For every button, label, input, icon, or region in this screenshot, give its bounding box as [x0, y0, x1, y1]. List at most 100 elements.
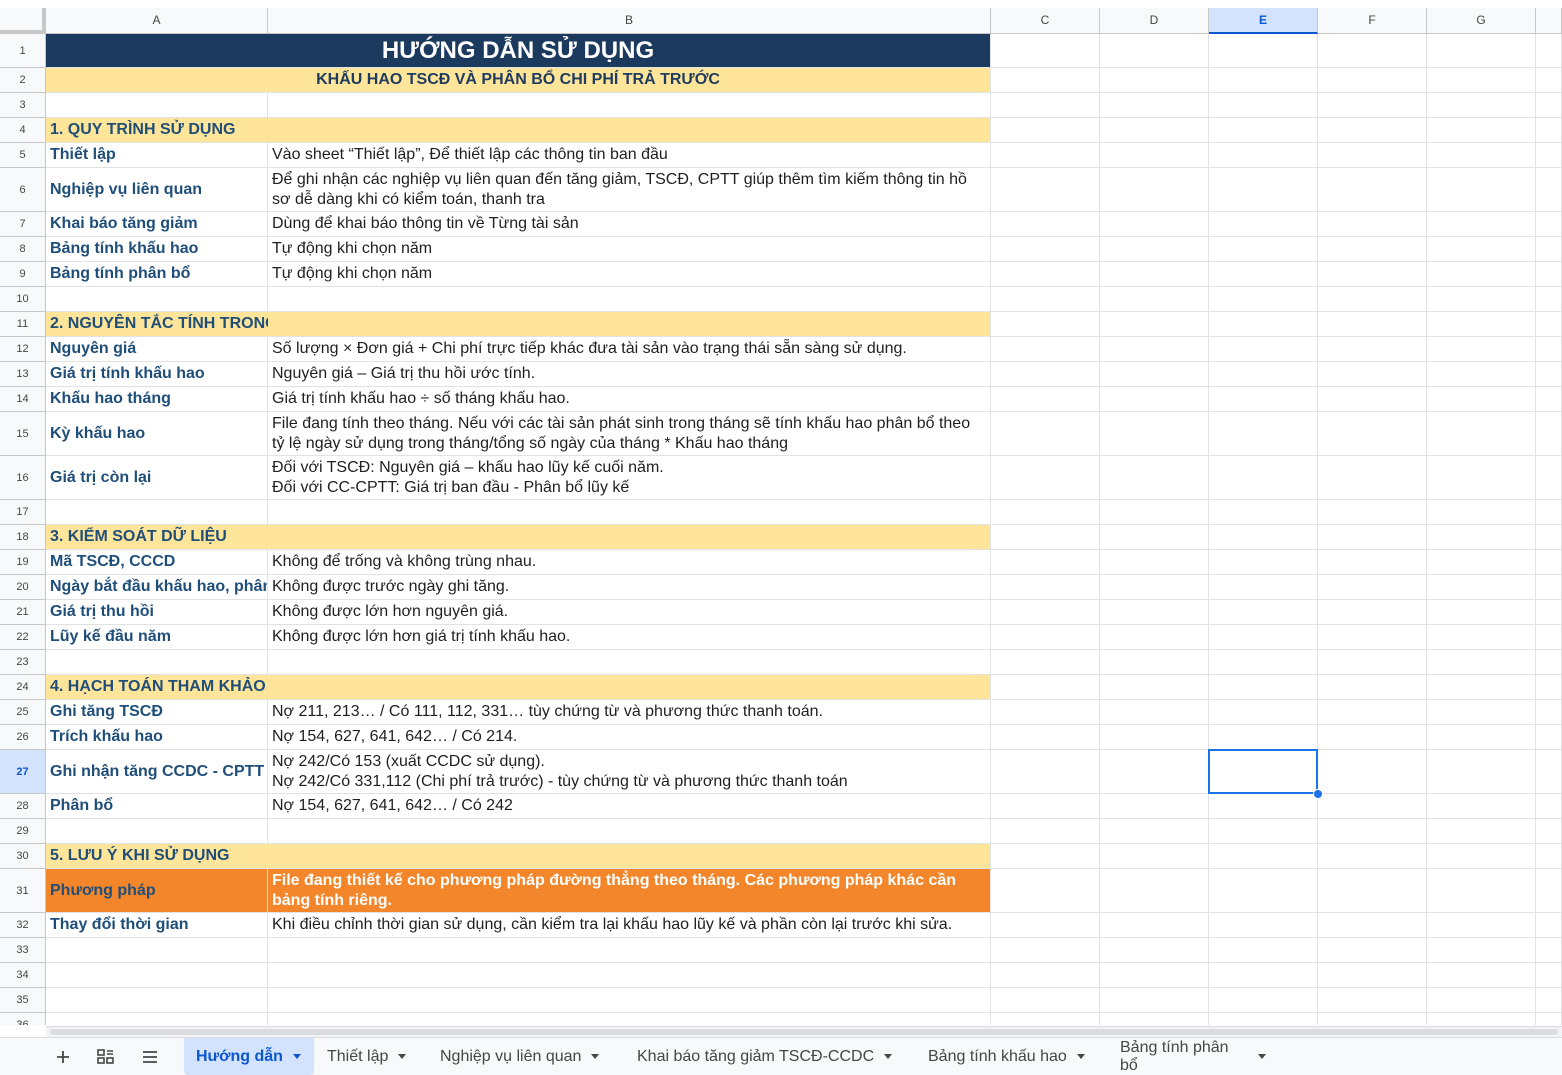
empty-cell[interactable] [1318, 794, 1427, 819]
empty-cell[interactable] [268, 650, 991, 675]
empty-cell[interactable] [1318, 93, 1427, 118]
empty-cell[interactable] [1318, 869, 1427, 913]
row-header-31[interactable]: 31 [0, 869, 46, 913]
empty-cell[interactable] [46, 1013, 268, 1025]
empty-cell[interactable] [1318, 1013, 1427, 1025]
empty-cell[interactable] [1100, 550, 1209, 575]
empty-cell[interactable] [1427, 725, 1536, 750]
value-cell[interactable]: Không được trước ngày ghi tăng. [268, 575, 991, 600]
label-cell[interactable]: Kỳ khấu hao [46, 412, 268, 456]
empty-cell[interactable] [1100, 68, 1209, 93]
empty-cell[interactable] [1209, 212, 1318, 237]
empty-cell[interactable] [268, 1013, 991, 1025]
empty-cell[interactable] [1318, 237, 1427, 262]
row-header-1[interactable]: 1 [0, 34, 46, 68]
empty-cell[interactable] [1318, 938, 1427, 963]
label-cell[interactable]: Nguyên giá [46, 337, 268, 362]
cell-b[interactable] [268, 675, 991, 700]
empty-cell[interactable] [1100, 725, 1209, 750]
spreadsheet-grid[interactable]: A B C D E F G 1 HƯỚNG DẪN SỬ DỤNG 2 KHẤU HAO TSCĐ … [0, 8, 1562, 1025]
column-header-b[interactable]: B [268, 8, 991, 34]
empty-cell[interactable] [1318, 287, 1427, 312]
empty-cell[interactable] [1318, 844, 1427, 869]
section-heading[interactable]: 2. NGUYÊN TẮC TÍNH TRONG FILE [46, 312, 317, 337]
label-cell[interactable]: Giá trị thu hồi [46, 600, 268, 625]
label-cell[interactable]: Mã TSCĐ, CCCD [46, 550, 268, 575]
empty-cell[interactable] [46, 963, 268, 988]
column-header-g[interactable]: G [1427, 8, 1536, 34]
empty-cell[interactable] [1318, 312, 1427, 337]
label-cell[interactable]: Lũy kế đầu năm [46, 625, 268, 650]
empty-cell[interactable] [1427, 675, 1536, 700]
sheet-title[interactable]: HƯỚNG DẪN SỬ DỤNG [46, 34, 991, 68]
row-header-24[interactable]: 24 [0, 675, 46, 700]
chevron-down-icon[interactable] [292, 1054, 301, 1059]
empty-cell[interactable] [1318, 337, 1427, 362]
sheet-tab[interactable]: Bảng tính phân bổ [1108, 1038, 1278, 1075]
empty-cell[interactable] [1318, 988, 1427, 1013]
empty-cell[interactable] [1427, 988, 1536, 1013]
row-header-11[interactable]: 11 [0, 312, 46, 337]
empty-cell[interactable] [1209, 575, 1318, 600]
label-cell[interactable]: Phương pháp [46, 869, 268, 913]
empty-cell[interactable] [991, 143, 1100, 168]
empty-cell[interactable] [1100, 143, 1209, 168]
row-header-7[interactable]: 7 [0, 212, 46, 237]
empty-cell[interactable] [1100, 456, 1209, 500]
row-header-35[interactable]: 35 [0, 988, 46, 1013]
empty-cell[interactable] [1100, 869, 1209, 913]
label-cell[interactable]: Ghi nhận tăng CCDC - CPTT [46, 750, 268, 794]
empty-cell[interactable] [1209, 337, 1318, 362]
empty-cell[interactable] [1209, 287, 1318, 312]
empty-cell[interactable] [1209, 844, 1318, 869]
empty-cell[interactable] [991, 750, 1100, 794]
label-cell[interactable]: Ghi tăng TSCĐ [46, 700, 268, 725]
empty-cell[interactable] [1100, 700, 1209, 725]
empty-cell[interactable] [1100, 750, 1209, 794]
empty-cell[interactable] [1318, 650, 1427, 675]
row-header-4[interactable]: 4 [0, 118, 46, 143]
empty-cell[interactable] [991, 819, 1100, 844]
empty-cell[interactable] [991, 34, 1100, 68]
empty-cell[interactable] [1427, 337, 1536, 362]
empty-cell[interactable] [1209, 675, 1318, 700]
label-cell[interactable]: Trích khấu hao [46, 725, 268, 750]
empty-cell[interactable] [1318, 725, 1427, 750]
empty-cell[interactable] [1100, 387, 1209, 412]
empty-cell[interactable] [1427, 412, 1536, 456]
sheet-tab[interactable]: Nghiệp vụ liên quan [428, 1038, 624, 1075]
empty-cell[interactable] [991, 725, 1100, 750]
empty-cell[interactable] [1100, 675, 1209, 700]
add-sheet-button[interactable] [47, 1042, 79, 1072]
row-header-27[interactable]: 27 [0, 750, 46, 794]
empty-cell[interactable] [1318, 412, 1427, 456]
empty-cell[interactable] [1100, 412, 1209, 456]
label-cell[interactable]: Thiết lập [46, 143, 268, 168]
row-header-6[interactable]: 6 [0, 168, 46, 212]
empty-cell[interactable] [1427, 143, 1536, 168]
empty-cell[interactable] [1100, 575, 1209, 600]
empty-cell[interactable] [1318, 675, 1427, 700]
empty-cell[interactable] [1318, 750, 1427, 794]
empty-cell[interactable] [1209, 237, 1318, 262]
empty-cell[interactable] [1209, 988, 1318, 1013]
empty-cell[interactable] [991, 963, 1100, 988]
value-cell[interactable]: Nợ 242/Có 153 (xuất CCDC sử dụng). Nợ 242… [268, 750, 991, 794]
select-all-corner[interactable] [0, 8, 46, 34]
empty-cell[interactable] [1427, 650, 1536, 675]
empty-cell[interactable] [991, 650, 1100, 675]
empty-cell[interactable] [991, 938, 1100, 963]
empty-cell[interactable] [1100, 168, 1209, 212]
empty-cell[interactable] [991, 1013, 1100, 1025]
empty-cell[interactable] [991, 988, 1100, 1013]
empty-cell[interactable] [1427, 68, 1536, 93]
empty-cell[interactable] [991, 237, 1100, 262]
empty-cell[interactable] [991, 525, 1100, 550]
label-cell[interactable]: Phân bổ [46, 794, 268, 819]
value-cell[interactable]: Không được lớn hơn giá trị tính khấu hao… [268, 625, 991, 650]
empty-cell[interactable] [1318, 456, 1427, 500]
empty-cell[interactable] [1209, 362, 1318, 387]
section-heading[interactable]: 1. QUY TRÌNH SỬ DỤNG [46, 118, 268, 143]
empty-cell[interactable] [991, 700, 1100, 725]
empty-cell[interactable] [1427, 819, 1536, 844]
